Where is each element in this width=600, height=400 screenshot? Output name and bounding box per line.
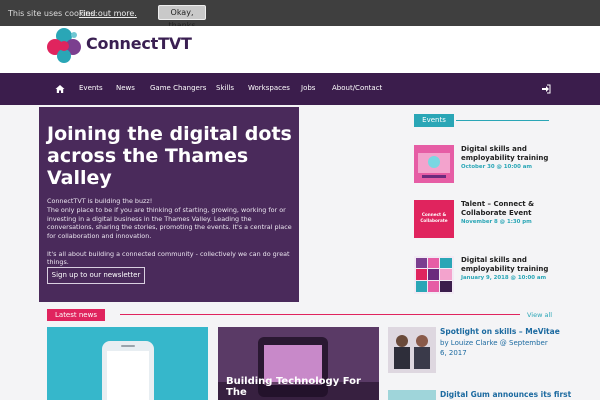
hero-panel: Joining the digital dots across the Tham… (39, 107, 299, 302)
newsletter-signup-button[interactable]: Sign up to our newsletter (47, 267, 145, 284)
nav-item-events[interactable]: Events (79, 84, 103, 92)
hero-title: Joining the digital dots across the Tham… (47, 123, 292, 189)
hero-intro-line-2: The only place to be if you are thinking… (47, 205, 292, 241)
side-news-title[interactable]: Spotlight on skills – MeVitae (440, 327, 560, 336)
event-thumbnail[interactable]: Connect & Collaborate (414, 200, 454, 238)
view-all-news-link[interactable]: View all (527, 311, 552, 319)
event-item[interactable]: Connect & Collaborate Talent – Connect &… (414, 200, 554, 240)
events-heading[interactable]: Events (414, 114, 454, 127)
event-thumbnail[interactable] (414, 145, 454, 183)
event-title[interactable]: Digital skills and employability trainin… (461, 256, 556, 274)
nav-item-game-changers[interactable]: Game Changers (150, 84, 206, 92)
hero-intro: ConnectTVT is building the buzz! The onl… (47, 197, 299, 241)
sign-in-icon[interactable] (541, 84, 551, 94)
event-title[interactable]: Talent – Connect & Collaborate Event (461, 200, 556, 218)
events-divider (456, 120, 549, 121)
event-title[interactable]: Digital skills and employability trainin… (461, 145, 556, 163)
news-card-title[interactable]: Building Technology For The (226, 376, 379, 398)
news-card[interactable] (47, 327, 208, 400)
latest-news-heading[interactable]: Latest news (47, 309, 105, 321)
side-news-title[interactable]: Digital Gum announces its first (440, 390, 571, 399)
hero-intro-line-1: ConnectTVT is building the buzz! (47, 197, 153, 205)
event-item[interactable]: Digital skills and employability trainin… (414, 256, 554, 296)
latest-news-divider (120, 314, 520, 315)
news-card[interactable]: Building Technology For The (218, 327, 379, 400)
side-news-item[interactable]: Digital Gum announces its first (388, 390, 600, 400)
side-news-item[interactable]: Spotlight on skills – MeVitae by Louize … (388, 327, 600, 375)
event-thumbnail[interactable] (414, 256, 454, 294)
side-news-byline[interactable]: by Louize Clarke @ September 6, 2017 (440, 338, 555, 358)
site-header: ConnectTVT (0, 26, 600, 73)
cookie-accept-button[interactable]: Okay, thanks (158, 5, 206, 30)
side-news-thumbnail[interactable] (388, 327, 436, 373)
logo-icon[interactable] (45, 26, 83, 64)
event-date: January 9, 2018 @ 10:00 am (461, 275, 547, 281)
nav-item-news[interactable]: News (116, 84, 135, 92)
event-date: October 30 @ 10:00 am (461, 164, 533, 170)
site-logo-text[interactable]: ConnectTVT (86, 34, 192, 53)
hero-tagline: It's all about building a connected comm… (47, 250, 290, 266)
nav-item-about-contact[interactable]: About/Contact (332, 84, 382, 92)
nav-item-skills[interactable]: Skills (216, 84, 234, 92)
cookie-find-out-more-link[interactable]: Find out more. (79, 9, 137, 18)
event-date: November 8 @ 1:30 pm (461, 219, 532, 225)
news-card-image[interactable] (47, 327, 208, 400)
cookie-bar: This site uses cookies: Find out more. O… (0, 0, 600, 30)
nav-item-workspaces[interactable]: Workspaces (248, 84, 290, 92)
home-icon[interactable] (55, 84, 65, 94)
nav-item-jobs[interactable]: Jobs (301, 84, 315, 92)
event-thumbnail-text: Connect & Collaborate (420, 212, 448, 223)
main-nav: Events News Game Changers Skills Workspa… (0, 73, 600, 105)
side-news-thumbnail[interactable] (388, 390, 436, 400)
event-item[interactable]: Digital skills and employability trainin… (414, 145, 554, 185)
